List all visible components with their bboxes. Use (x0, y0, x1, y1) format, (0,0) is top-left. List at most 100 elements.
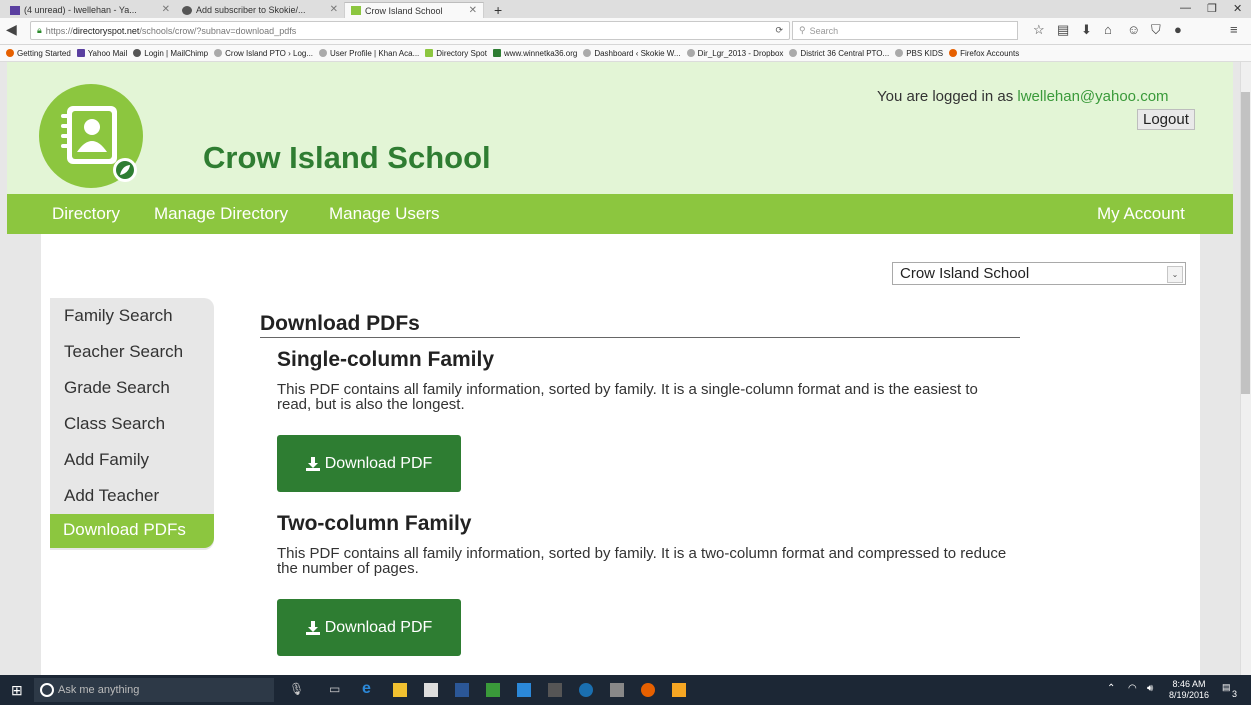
bookmark-label: Directory Spot (436, 48, 487, 58)
content-panel: Crow Island School ⌄ Family Search Teach… (41, 234, 1200, 675)
sidebar-item-download-pdfs[interactable]: Download PDFs (50, 514, 214, 548)
download-icon (305, 620, 320, 635)
firefox-icon (6, 49, 14, 57)
publisher-icon[interactable] (486, 683, 500, 697)
bookmark-label: Login | MailChimp (144, 48, 209, 58)
volume-icon[interactable]: 🔊︎ (1147, 683, 1153, 694)
reading-list-icon[interactable]: ▤ (1057, 22, 1069, 38)
globe-icon (686, 49, 695, 57)
chevron-down-icon: ⌄ (1167, 266, 1183, 283)
globe-icon (214, 49, 223, 57)
scrollbar-thumb[interactable] (1241, 92, 1250, 394)
sidebar-item-teacher-search[interactable]: Teacher Search (64, 342, 183, 362)
bookmark-star-icon[interactable]: ☆ (1033, 22, 1045, 38)
close-icon[interactable]: ✕ (469, 5, 477, 16)
action-center-icon[interactable]: ▤ 3 (1222, 682, 1240, 699)
bookmark-label: Yahoo Mail (87, 48, 128, 58)
button-label: Download PDF (324, 454, 433, 472)
taskbar-search-input[interactable]: Ask me anything (34, 678, 274, 702)
menu-manage-directory[interactable]: Manage Directory (154, 204, 288, 224)
microphone-icon[interactable]: 🎙︎ (289, 682, 304, 696)
bookmark-item[interactable]: User Profile | Khan Aca... (319, 49, 419, 58)
bookmark-item[interactable]: Dir_Lgr_2013 - Dropbox (686, 49, 783, 58)
tab-yahoo-mail[interactable]: (4 unread) - lwellehan - Ya... ✕ (4, 2, 176, 18)
tray-chevron-icon[interactable]: ⌃ (1107, 683, 1115, 694)
bookmark-item[interactable]: www.winnetka36.org (492, 48, 578, 58)
windows-start-icon[interactable]: ⊞ (11, 682, 23, 699)
file-explorer-icon[interactable] (393, 683, 407, 697)
browser-tab-strip: (4 unread) - lwellehan - Ya... ✕ Add sub… (0, 0, 1251, 18)
bookmark-label: www.winnetka36.org (503, 48, 578, 58)
url-path: /schools/crow/?subnav=download_pdfs (139, 25, 297, 36)
minimize-icon[interactable]: — (1180, 2, 1191, 14)
bookmark-item[interactable]: Firefox Accounts (949, 49, 1019, 58)
tab-mailchimp[interactable]: Add subscriber to Skokie/... ✕ (176, 2, 344, 18)
mail-icon (76, 49, 85, 57)
sidebar-item-class-search[interactable]: Class Search (64, 414, 165, 434)
pocket-icon[interactable]: ⛉ (1151, 22, 1161, 38)
section-title-single-column: Single-column Family (277, 348, 495, 371)
photos-icon[interactable] (517, 683, 531, 697)
school-select[interactable]: Crow Island School ⌄ (892, 262, 1186, 285)
close-icon[interactable]: ✕ (330, 4, 338, 15)
extension-icon[interactable]: ● (1174, 22, 1182, 37)
lock-icon: 🔒︎ (37, 25, 42, 35)
url-bar[interactable]: 🔒︎ https://directoryspot.net/schools/cro… (30, 21, 790, 40)
security-icon[interactable] (672, 683, 686, 697)
close-icon[interactable]: ✕ (162, 4, 170, 15)
download-icon (305, 456, 320, 471)
people-icon[interactable] (610, 683, 624, 697)
sidebar-item-family-search[interactable]: Family Search (64, 306, 173, 326)
bookmark-item[interactable]: Login | MailChimp (133, 49, 208, 58)
bookmark-item[interactable]: District 36 Central PTO... (789, 49, 889, 58)
edge-icon[interactable]: e (362, 680, 371, 698)
menu-my-account[interactable]: My Account (1097, 204, 1185, 224)
menu-icon[interactable]: ≡ (1230, 22, 1238, 37)
login-email: lwellehan@yahoo.com (1017, 88, 1169, 105)
globe-icon (319, 49, 328, 57)
back-icon[interactable]: ◀ (6, 21, 17, 38)
mailchimp-icon (182, 5, 192, 15)
tab-label: Add subscriber to Skokie/... (196, 5, 306, 15)
bookmark-item[interactable]: Yahoo Mail (76, 48, 128, 58)
globe-icon (895, 49, 904, 57)
bookmark-label: User Profile | Khan Aca... (330, 48, 420, 58)
bookmark-item[interactable]: Getting Started (6, 49, 71, 58)
logout-button[interactable]: Logout (1137, 109, 1195, 130)
site-logo[interactable] (39, 84, 143, 188)
reload-icon[interactable]: ⟳ (775, 25, 783, 36)
home-icon[interactable]: ⌂ (1104, 22, 1112, 37)
word-icon[interactable] (455, 683, 469, 697)
school-select-value: Crow Island School (900, 265, 1030, 282)
browser-search-input[interactable]: ⚲ Search (792, 21, 1018, 40)
close-window-icon[interactable]: ✕ (1233, 2, 1242, 15)
download-icon[interactable]: ⬇ (1081, 22, 1092, 38)
taskbar-clock[interactable]: 8:46 AM 8/19/2016 (1169, 679, 1209, 701)
sidebar-item-add-family[interactable]: Add Family (64, 450, 149, 470)
directoryspot-icon (425, 49, 434, 57)
url-prefix: https:// (45, 25, 73, 36)
bookmark-item[interactable]: PBS KIDS (895, 49, 943, 58)
wifi-icon[interactable]: ◠ (1128, 683, 1137, 694)
tab-crow-island[interactable]: Crow Island School ✕ (344, 2, 484, 18)
download-pdf-two-column-button[interactable]: Download PDF (277, 599, 461, 656)
new-tab-button[interactable]: + (488, 2, 508, 18)
menu-manage-users[interactable]: Manage Users (329, 204, 440, 224)
hp-icon[interactable] (579, 683, 593, 697)
button-label: Download PDF (324, 618, 433, 636)
bookmark-item[interactable]: Directory Spot (425, 49, 487, 58)
menu-directory[interactable]: Directory (52, 204, 120, 224)
bookmark-item[interactable]: Crow Island PTO › Log... (214, 49, 313, 58)
task-view-icon[interactable]: ▭ (329, 682, 340, 696)
address-book-icon (61, 106, 137, 182)
firefox-icon[interactable] (641, 683, 655, 697)
emoji-icon[interactable]: ☺ (1127, 22, 1140, 37)
maximize-icon[interactable]: ❐ (1207, 2, 1217, 15)
download-pdf-single-column-button[interactable]: Download PDF (277, 435, 461, 492)
bookmark-item[interactable]: Dashboard ‹ Skokie W... (583, 49, 681, 58)
store-icon[interactable] (424, 683, 438, 697)
sidebar-item-grade-search[interactable]: Grade Search (64, 378, 170, 398)
device-icon[interactable] (548, 683, 562, 697)
site-header: Crow Island School You are logged in as … (7, 62, 1233, 194)
sidebar-item-add-teacher[interactable]: Add Teacher (64, 486, 159, 506)
